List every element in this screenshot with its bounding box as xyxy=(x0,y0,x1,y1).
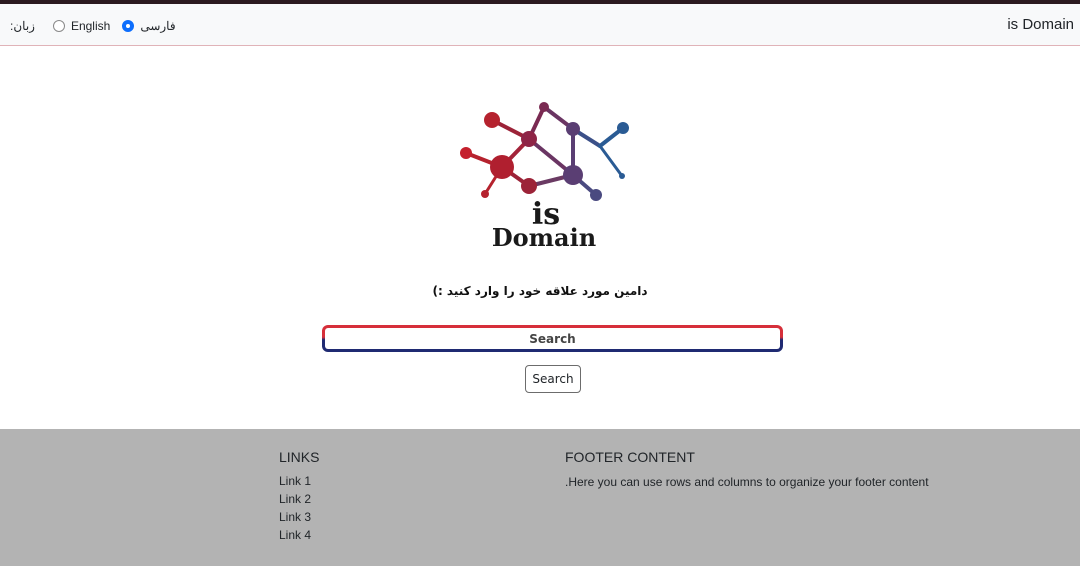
language-option-farsi[interactable]: فارسی xyxy=(140,19,175,33)
footer-content-title: FOOTER CONTENT xyxy=(565,449,695,465)
network-graphic-icon xyxy=(460,102,629,201)
language-option-english[interactable]: English xyxy=(71,19,110,33)
navbar-brand[interactable]: is Domain xyxy=(1007,16,1074,33)
footer-link-3[interactable]: Link 3 xyxy=(279,510,311,524)
logo-text-domain: Domain xyxy=(492,223,596,252)
footer-link-2[interactable]: Link 2 xyxy=(279,492,311,506)
language-switcher: :زبان English فارسی xyxy=(10,18,188,34)
search-button[interactable]: Search xyxy=(525,365,581,393)
footer-link-4[interactable]: Link 4 xyxy=(279,528,311,542)
footer-content-text: .Here you can use rows and columns to or… xyxy=(565,475,929,489)
navbar: :زبان English فارسی is Domain xyxy=(0,4,1080,46)
domain-search-input[interactable] xyxy=(322,325,783,352)
site-logo: is Domain xyxy=(460,102,629,252)
footer-links-title: LINKS xyxy=(279,449,320,465)
footer-links-list: Link 1 Link 2 Link 3 Link 4 xyxy=(279,474,311,546)
domain-prompt: دامین مورد علاقه خود را وارد کنید :) xyxy=(432,284,648,298)
footer-link-1[interactable]: Link 1 xyxy=(279,474,311,488)
footer: LINKS Link 1 Link 2 Link 3 Link 4 FOOTER… xyxy=(0,429,1080,566)
language-radio-farsi[interactable] xyxy=(122,20,135,32)
language-label: :زبان xyxy=(10,19,35,33)
language-radio-english[interactable] xyxy=(52,20,65,32)
